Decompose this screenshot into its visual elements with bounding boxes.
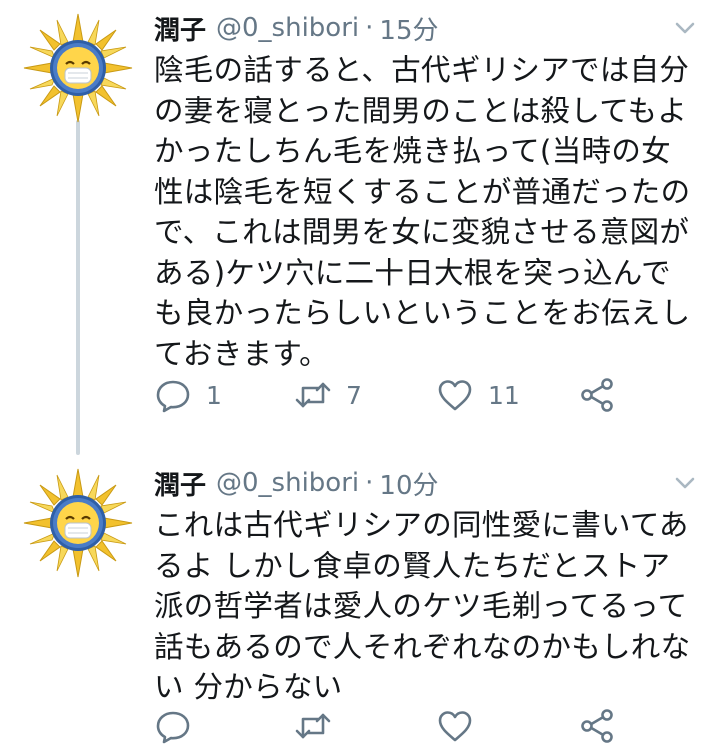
reply-icon <box>156 380 190 413</box>
retweet-icon <box>295 382 331 408</box>
tweet[interactable]: 潤子 @0_shibori · 15分 陰毛の話すると、古代ギリシアでは自分 の… <box>0 0 718 455</box>
tweet-text-line: るよ しかし食卓の賢人たちだとストア <box>154 548 671 583</box>
tweet[interactable]: 潤子 @0_shibori · 10分 これは古代ギリシアの同性愛に書いてあ る… <box>0 455 718 751</box>
user-handle[interactable]: @0_shibori <box>216 13 359 43</box>
timestamp[interactable]: 15分 <box>379 10 438 47</box>
avatar[interactable] <box>22 12 134 124</box>
tweet-text-line: 陰毛の話すると、古代ギリシアでは自分 <box>154 53 690 87</box>
tweet-text-line: ておきます。 <box>154 336 329 371</box>
share-icon <box>581 709 613 743</box>
tweet-menu-button[interactable] <box>672 18 698 38</box>
reply-count: 1 <box>206 380 222 410</box>
share-icon <box>581 378 613 412</box>
tweet-menu-button[interactable] <box>672 473 698 493</box>
retweet-button[interactable]: 7 <box>294 372 362 418</box>
chevron-down-icon <box>675 477 695 489</box>
heart-icon <box>438 380 472 411</box>
user-handle[interactable]: @0_shibori <box>216 468 359 498</box>
tweet-text-line: ある)ケツ穴に二十日大根を突っ込んで <box>154 255 671 290</box>
reply-button[interactable] <box>154 703 206 749</box>
display-name[interactable]: 潤子 <box>154 465 206 502</box>
timestamp[interactable]: 10分 <box>379 465 438 502</box>
retweet-count: 7 <box>346 380 362 410</box>
tweet-text-line: これは古代ギリシアの同性愛に書いてあ <box>154 508 689 542</box>
tweet-text-line: で、これは間男を女に変貌させる意図が <box>154 215 690 249</box>
reply-icon <box>156 711 190 744</box>
tweet-header: 潤子 @0_shibori · 15分 <box>154 8 698 48</box>
tweet-header: 潤子 @0_shibori · 10分 <box>154 463 698 503</box>
tweet-text: 陰毛の話すると、古代ギリシアでは自分 の妻を寝とった間男のことは殺してもよ かっ… <box>154 50 699 374</box>
sun-mask-avatar-icon <box>23 13 133 123</box>
heart-icon <box>438 711 472 742</box>
like-button[interactable] <box>436 703 488 749</box>
tweet-text-line: 話もあるので人それぞれなのかもしれな <box>154 629 691 664</box>
share-button[interactable] <box>578 372 616 418</box>
tweet-actions: 1 7 11 <box>154 372 624 418</box>
tweet-text-line: 性は陰毛を短くすることが普通だったの <box>154 174 691 209</box>
avatar[interactable] <box>22 467 134 579</box>
display-name[interactable]: 潤子 <box>154 10 206 47</box>
reply-button[interactable]: 1 <box>154 372 222 418</box>
tweet-text: これは古代ギリシアの同性愛に書いてあ るよ しかし食卓の賢人たちだとストア 派の… <box>154 505 699 708</box>
tweet-text-line: い 分からない <box>154 670 343 704</box>
tweet-text-line: も良かったらしいということをお伝えし <box>154 296 691 330</box>
separator-dot: · <box>365 13 374 43</box>
tweet-actions <box>154 703 624 749</box>
like-count: 11 <box>488 380 520 410</box>
sun-mask-avatar-icon <box>23 468 133 578</box>
retweet-icon <box>295 713 331 739</box>
chevron-down-icon <box>675 22 695 34</box>
like-button[interactable]: 11 <box>436 372 520 418</box>
tweet-text-line: 派の哲学者は愛人のケツ毛剃ってるって <box>154 589 688 623</box>
tweet-text-line: かったしちん毛を焼き払って(当時の女 <box>154 134 671 168</box>
tweet-text-line: の妻を寝とった間男のことは殺してもよ <box>154 93 688 128</box>
share-button[interactable] <box>578 703 616 749</box>
retweet-button[interactable] <box>294 703 346 749</box>
separator-dot: · <box>365 468 374 498</box>
